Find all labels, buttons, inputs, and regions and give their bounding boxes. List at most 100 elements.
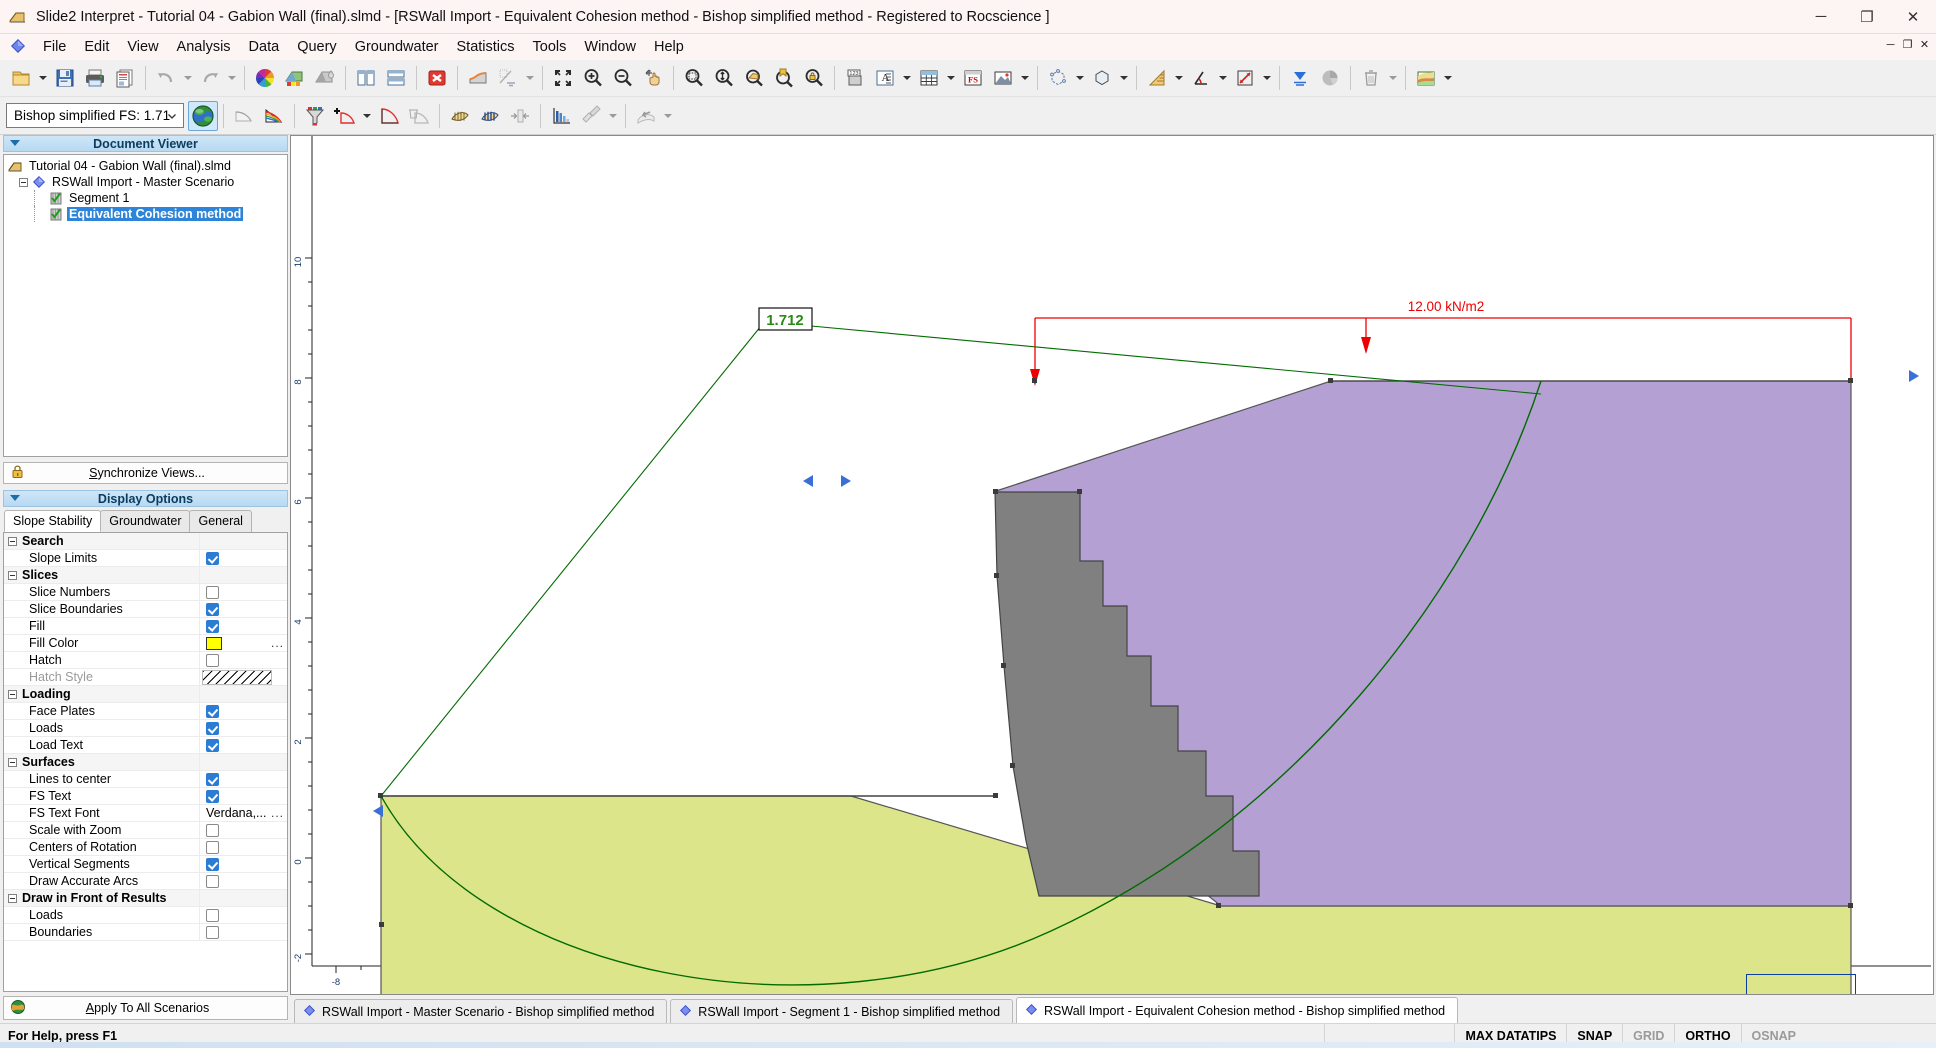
- zoom-bookmark-button[interactable]: [769, 63, 799, 93]
- add-table-button[interactable]: [914, 63, 944, 93]
- checkbox-slice-boundaries[interactable]: [206, 602, 219, 616]
- option-loads[interactable]: Loads: [4, 720, 287, 737]
- tab-groundwater[interactable]: Groundwater: [100, 510, 191, 532]
- menu-item-analysis[interactable]: Analysis: [168, 36, 240, 58]
- checkbox-slope-limits[interactable]: [206, 551, 219, 565]
- option-group-loading[interactable]: Loading: [4, 686, 287, 703]
- zoom-lock-button[interactable]: [799, 63, 829, 93]
- checkbox-slice-numbers[interactable]: [206, 585, 219, 599]
- option-group-slices[interactable]: Slices: [4, 567, 287, 584]
- model-view-canvas[interactable]: 10 8 6 4 2 0 -2 -8 1.712 12.00 kN/m2: [290, 135, 1934, 995]
- option-load-text[interactable]: Load Text: [4, 737, 287, 754]
- checkbox-draw-front-boundaries[interactable]: [206, 925, 219, 939]
- zoom-excavation-button[interactable]: [739, 63, 769, 93]
- doc-tab-segment-1[interactable]: RSWall Import - Segment 1 - Bishop simpl…: [670, 999, 1014, 1023]
- tile-vertically-button[interactable]: [351, 63, 381, 93]
- tab-slope-stability[interactable]: Slope Stability: [4, 510, 102, 532]
- tree-expander[interactable]: [16, 177, 30, 187]
- undo-dropdown[interactable]: [181, 63, 195, 93]
- fs-text-font-more-button[interactable]: ...: [271, 806, 284, 820]
- checkbox-loads[interactable]: [206, 721, 219, 735]
- option-centers-of-rotation[interactable]: Centers of Rotation: [4, 839, 287, 856]
- contour-line-dropdown[interactable]: [523, 63, 537, 93]
- option-draw-accurate-arcs[interactable]: Draw Accurate Arcs: [4, 873, 287, 890]
- dimension-dropdown[interactable]: [1260, 63, 1274, 93]
- checkbox-draw-front-loads[interactable]: [206, 908, 219, 922]
- color-wheel-button[interactable]: [250, 63, 280, 93]
- angle-dropdown[interactable]: [1216, 63, 1230, 93]
- show-surface-button[interactable]: [374, 101, 404, 131]
- document-tree[interactable]: Tutorial 04 - Gabion Wall (final).slmd R…: [3, 154, 288, 457]
- mdi-maximize-button[interactable]: ❐: [1900, 37, 1915, 52]
- checkbox-draw-accurate-arcs[interactable]: [206, 874, 219, 888]
- zoom-all-button[interactable]: [548, 63, 578, 93]
- option-group-surfaces[interactable]: Surfaces: [4, 754, 287, 771]
- option-slice-boundaries[interactable]: Slice Boundaries: [4, 601, 287, 618]
- synchronize-views-button[interactable]: Synchronize Views...: [3, 462, 288, 484]
- option-vertical-segments[interactable]: Vertical Segments: [4, 856, 287, 873]
- checkbox-lines-to-center[interactable]: [206, 772, 219, 786]
- add-image-dropdown[interactable]: [1018, 63, 1032, 93]
- print-button[interactable]: [80, 63, 110, 93]
- add-text-dropdown[interactable]: [900, 63, 914, 93]
- angle-button[interactable]: [1186, 63, 1216, 93]
- dimension-button[interactable]: [1230, 63, 1260, 93]
- group-expander-icon[interactable]: [4, 689, 20, 699]
- filter-surfaces-button[interactable]: [300, 101, 330, 131]
- option-fs-text-font[interactable]: FS Text Font Verdana,... ...: [4, 805, 287, 822]
- checkbox-vertical-segments[interactable]: [206, 857, 219, 871]
- option-slope-limits[interactable]: Slope Limits: [4, 550, 287, 567]
- material-layers-button[interactable]: [1411, 63, 1441, 93]
- delete-surface-button[interactable]: [404, 101, 434, 131]
- apply-to-all-scenarios-button[interactable]: Apply To All Scenarios: [3, 996, 288, 1020]
- option-lines-to-center[interactable]: Lines to center: [4, 771, 287, 788]
- checkbox-fs-text[interactable]: [206, 789, 219, 803]
- menu-item-file[interactable]: File: [34, 36, 75, 58]
- option-scale-with-zoom[interactable]: Scale with Zoom: [4, 822, 287, 839]
- menu-item-view[interactable]: View: [118, 36, 167, 58]
- contour-line-button[interactable]: [493, 63, 523, 93]
- surfaces-filter-button[interactable]: [259, 101, 289, 131]
- polygon-dropdown[interactable]: [1117, 63, 1131, 93]
- water-table-button[interactable]: [1285, 63, 1315, 93]
- slice-nav-button[interactable]: [505, 101, 535, 131]
- option-fill-color[interactable]: Fill Color ...: [4, 635, 287, 652]
- polyline-dropdown[interactable]: [1073, 63, 1087, 93]
- redo-button[interactable]: [195, 63, 225, 93]
- close-view-button[interactable]: [422, 63, 452, 93]
- tree-node-master-scenario[interactable]: RSWall Import - Master Scenario: [6, 174, 287, 190]
- print-preview-button[interactable]: [110, 63, 140, 93]
- measure-dropdown[interactable]: [1172, 63, 1186, 93]
- fs-legend-button[interactable]: FS: [958, 63, 988, 93]
- delete-dropdown[interactable]: [1386, 63, 1400, 93]
- menu-item-statistics[interactable]: Statistics: [448, 36, 524, 58]
- slope-model-drawing[interactable]: 10 8 6 4 2 0 -2 -8 1.712 12.00 kN/m2: [291, 136, 1931, 995]
- add-surface-button[interactable]: [330, 101, 360, 131]
- option-hatch[interactable]: Hatch: [4, 652, 287, 669]
- show-loads-button[interactable]: [631, 101, 661, 131]
- triangle-down-icon[interactable]: [10, 140, 20, 146]
- close-button[interactable]: ✕: [1890, 0, 1936, 34]
- checkbox-hatch[interactable]: [206, 653, 219, 667]
- checkbox-centers-of-rotation[interactable]: [206, 840, 219, 854]
- material-layers-dropdown[interactable]: [1441, 63, 1455, 93]
- add-text-button[interactable]: A: [870, 63, 900, 93]
- checkbox-load-text[interactable]: [206, 738, 219, 752]
- option-fs-text[interactable]: FS Text: [4, 788, 287, 805]
- group-expander-icon[interactable]: [4, 536, 20, 546]
- option-fill[interactable]: Fill: [4, 618, 287, 635]
- query-point-button[interactable]: [576, 101, 606, 131]
- polygon-button[interactable]: [1087, 63, 1117, 93]
- checkbox-fill[interactable]: [206, 619, 219, 633]
- selection-marquee[interactable]: [1746, 974, 1856, 994]
- triangle-down-icon[interactable]: [10, 495, 20, 501]
- measure-button[interactable]: [1142, 63, 1172, 93]
- display-options-list[interactable]: Search Slope Limits Slices Slice Numbers: [3, 532, 288, 992]
- checkbox-face-plates[interactable]: [206, 704, 219, 718]
- polyline-button[interactable]: [1043, 63, 1073, 93]
- tree-node-document[interactable]: Tutorial 04 - Gabion Wall (final).slmd: [6, 158, 287, 174]
- fs-method-combo[interactable]: Bishop simplified FS: 1.71: [6, 103, 184, 128]
- slope-profile-button[interactable]: [463, 63, 493, 93]
- option-face-plates[interactable]: Face Plates: [4, 703, 287, 720]
- group-expander-icon[interactable]: [4, 570, 20, 580]
